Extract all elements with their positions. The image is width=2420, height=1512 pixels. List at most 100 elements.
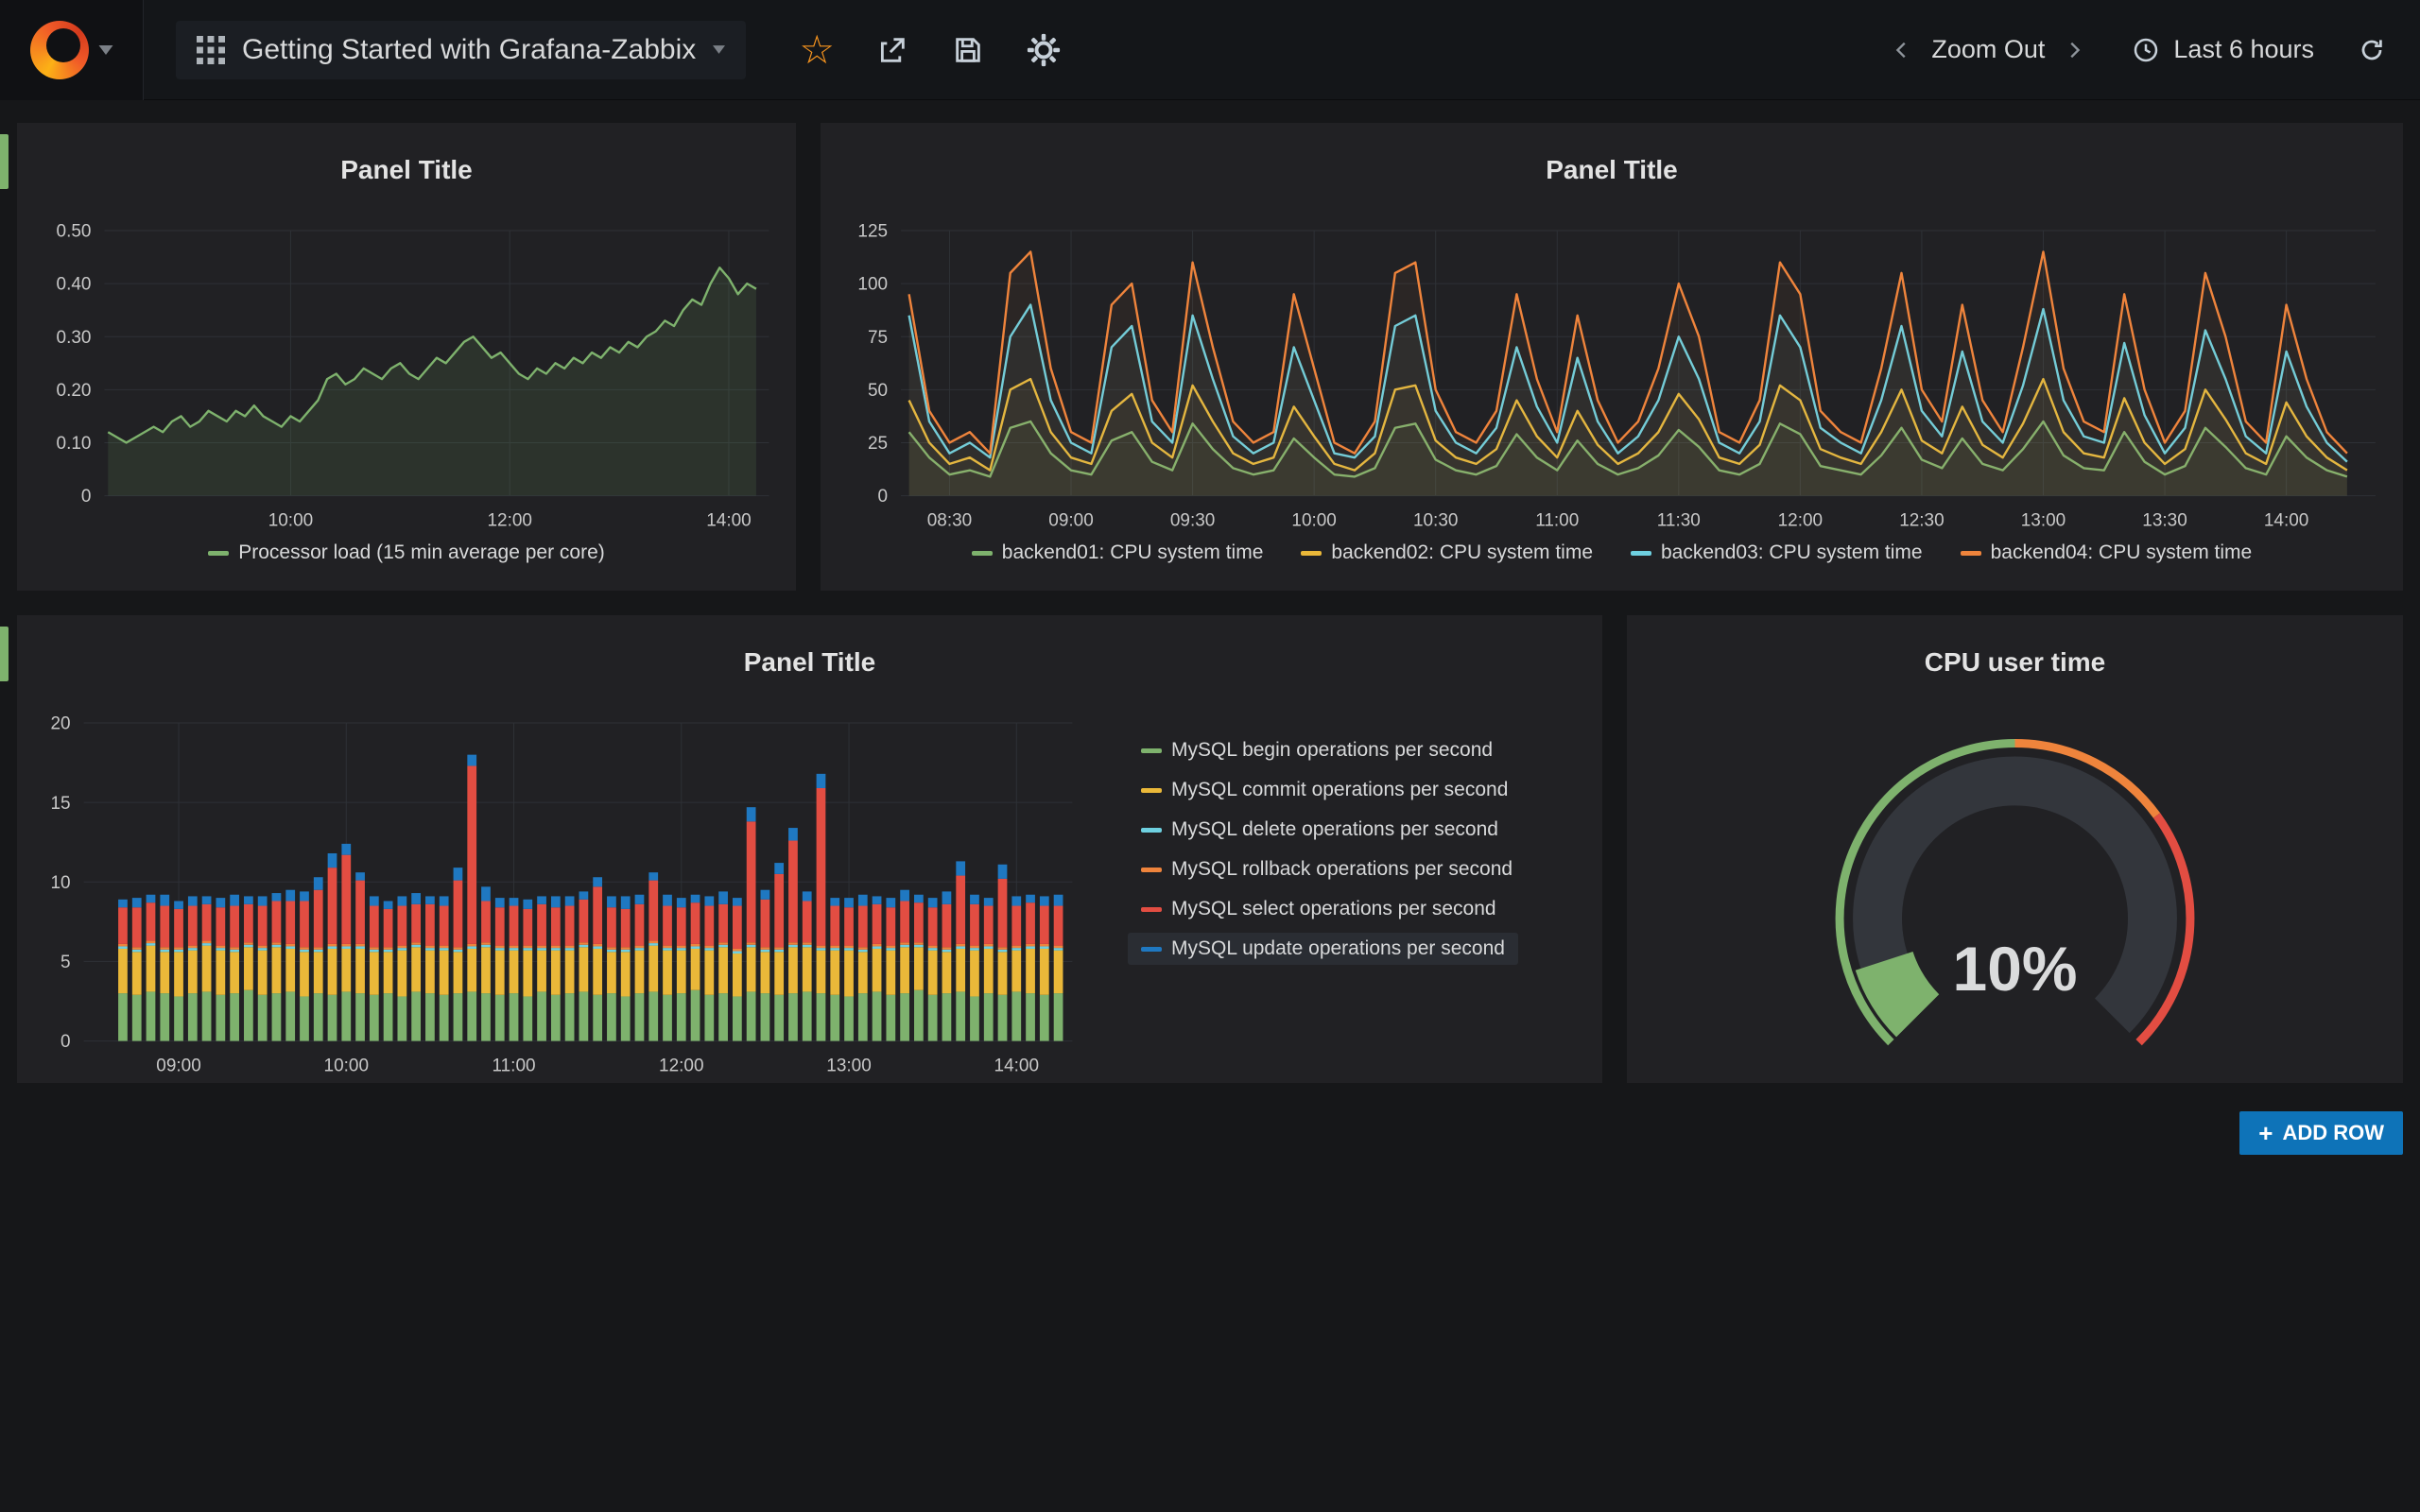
legend-color-dash [1141, 868, 1162, 872]
cpu-user-time-gauge: 10% [1627, 710, 2403, 1083]
legend-label: backend04: CPU system time [1991, 541, 2253, 564]
svg-text:125: 125 [857, 222, 888, 242]
legend-label: MySQL commit operations per second [1171, 779, 1508, 801]
time-shift-forward-button[interactable] [2054, 30, 2094, 70]
navbar-actions: ☆ [789, 23, 1092, 77]
settings-button[interactable] [1016, 23, 1071, 77]
legend-color-dash [1141, 947, 1162, 952]
dashboard-canvas: Panel Title 00.100.200.300.400.5010:0012… [0, 100, 2420, 1155]
legend-item[interactable]: MySQL rollback operations per second [1128, 853, 1526, 885]
legend-color-dash [1141, 788, 1162, 793]
legend-label: backend03: CPU system time [1661, 541, 1923, 564]
grafana-logo-icon [30, 21, 89, 79]
svg-text:0.40: 0.40 [57, 275, 92, 295]
svg-text:09:00: 09:00 [156, 1057, 200, 1076]
dashboard-title: Getting Started with Grafana-Zabbix [242, 34, 696, 66]
legend-item[interactable]: MySQL begin operations per second [1128, 734, 1506, 766]
legend-label: MySQL delete operations per second [1171, 818, 1498, 841]
graph-legend: backend01: CPU system time backend02: CPU… [821, 538, 2403, 591]
zoom-out-label: Zoom Out [1931, 35, 2045, 64]
graph-legend: MySQL begin operations per second MySQL c… [1099, 710, 1602, 1083]
svg-text:0.10: 0.10 [57, 435, 92, 455]
svg-text:50: 50 [868, 381, 888, 401]
panel-title[interactable]: CPU user time [1627, 637, 2403, 688]
share-button[interactable] [865, 23, 920, 77]
panel-title[interactable]: Panel Title [821, 145, 2403, 196]
svg-text:14:00: 14:00 [706, 511, 751, 531]
panel-processor-load: Panel Title 00.100.200.300.400.5010:0012… [17, 123, 796, 591]
svg-text:11:30: 11:30 [1657, 511, 1701, 531]
legend-item[interactable]: MySQL delete operations per second [1128, 814, 1512, 846]
legend-label: MySQL update operations per second [1171, 937, 1505, 960]
processor-load-graph[interactable]: 00.100.200.300.400.5010:0012:0014:00 [17, 217, 796, 538]
panel-title[interactable]: Panel Title [17, 637, 1602, 688]
legend-item[interactable]: Processor load (15 min average per core) [208, 541, 605, 564]
legend-item[interactable]: backend02: CPU system time [1301, 541, 1593, 564]
svg-text:08:30: 08:30 [927, 511, 972, 531]
row-toggle-handle[interactable] [0, 134, 9, 189]
dashboard-title-button[interactable]: Getting Started with Grafana-Zabbix [176, 21, 746, 79]
legend-color-dash [1141, 828, 1162, 833]
panel-mysql-operations: Panel Title 0510152009:0010:0011:0012:00… [17, 615, 1602, 1083]
svg-text:5: 5 [60, 954, 71, 973]
svg-text:0: 0 [60, 1033, 71, 1053]
add-row-button[interactable]: + ADD ROW [2239, 1111, 2403, 1155]
clock-icon [2132, 36, 2160, 64]
svg-text:12:00: 12:00 [1778, 511, 1823, 531]
chart-area: 00.100.200.300.400.5010:0012:0014:00 [17, 217, 796, 538]
legend-color-dash [1961, 551, 1981, 556]
legend-color-dash [1301, 551, 1322, 556]
svg-text:15: 15 [51, 794, 71, 814]
svg-text:75: 75 [868, 328, 888, 348]
legend-item[interactable]: backend01: CPU system time [972, 541, 1264, 564]
legend-color-dash [1631, 551, 1651, 556]
svg-text:11:00: 11:00 [1535, 511, 1579, 531]
legend-item[interactable]: backend04: CPU system time [1961, 541, 2253, 564]
time-controls: Zoom Out Last 6 hours [1882, 27, 2420, 72]
svg-text:10:00: 10:00 [1291, 511, 1336, 531]
time-shift-back-button[interactable] [1882, 30, 1922, 70]
cpu-system-time-graph[interactable]: 025507510012508:3009:0009:3010:0010:3011… [821, 217, 2403, 538]
svg-text:11:00: 11:00 [492, 1057, 535, 1076]
svg-text:12:00: 12:00 [487, 511, 531, 531]
zoom-out-button[interactable]: Zoom Out [1922, 27, 2054, 72]
share-icon [876, 34, 908, 66]
chevron-left-icon [1892, 36, 1912, 64]
svg-text:25: 25 [868, 435, 888, 455]
dashboard-grid-icon [197, 36, 225, 64]
dashboard-row: Panel Title 0510152009:0010:0011:0012:00… [17, 615, 2403, 1083]
star-button[interactable]: ☆ [789, 23, 844, 77]
refresh-button[interactable] [2352, 30, 2392, 70]
legend-item[interactable]: MySQL select operations per second [1128, 893, 1510, 925]
svg-text:12:30: 12:30 [1899, 511, 1944, 531]
legend-color-dash [1141, 907, 1162, 912]
time-range-label: Last 6 hours [2173, 35, 2314, 64]
svg-text:14:00: 14:00 [2264, 511, 2308, 531]
mysql-operations-graph[interactable]: 0510152009:0010:0011:0012:0013:0014:00 [17, 710, 1099, 1083]
svg-text:0.20: 0.20 [57, 381, 92, 401]
legend-item[interactable]: backend03: CPU system time [1631, 541, 1923, 564]
chart-area: 025507510012508:3009:0009:3010:0010:3011… [821, 217, 2403, 538]
svg-text:09:00: 09:00 [1048, 511, 1093, 531]
legend-color-dash [1141, 748, 1162, 753]
legend-label: backend02: CPU system time [1331, 541, 1593, 564]
time-range-button[interactable]: Last 6 hours [2122, 27, 2324, 72]
svg-text:0: 0 [81, 488, 92, 507]
legend-item[interactable]: MySQL update operations per second [1128, 933, 1518, 965]
svg-text:0.30: 0.30 [57, 328, 92, 348]
grafana-logo-button[interactable] [0, 0, 144, 100]
svg-text:100: 100 [857, 275, 888, 295]
dashboard-row: Panel Title 00.100.200.300.400.5010:0012… [17, 123, 2403, 591]
legend-label: backend01: CPU system time [1002, 541, 1264, 564]
add-row-label: ADD ROW [2282, 1121, 2384, 1145]
panel-title[interactable]: Panel Title [17, 145, 796, 196]
row-toggle-handle[interactable] [0, 627, 9, 681]
chevron-right-icon [2064, 36, 2084, 64]
svg-text:13:00: 13:00 [826, 1057, 871, 1076]
svg-text:0: 0 [877, 488, 888, 507]
legend-item[interactable]: MySQL commit operations per second [1128, 774, 1521, 806]
star-icon: ☆ [799, 30, 835, 70]
chevron-down-icon [713, 45, 725, 54]
legend-color-dash [972, 551, 993, 556]
save-button[interactable] [941, 23, 995, 77]
